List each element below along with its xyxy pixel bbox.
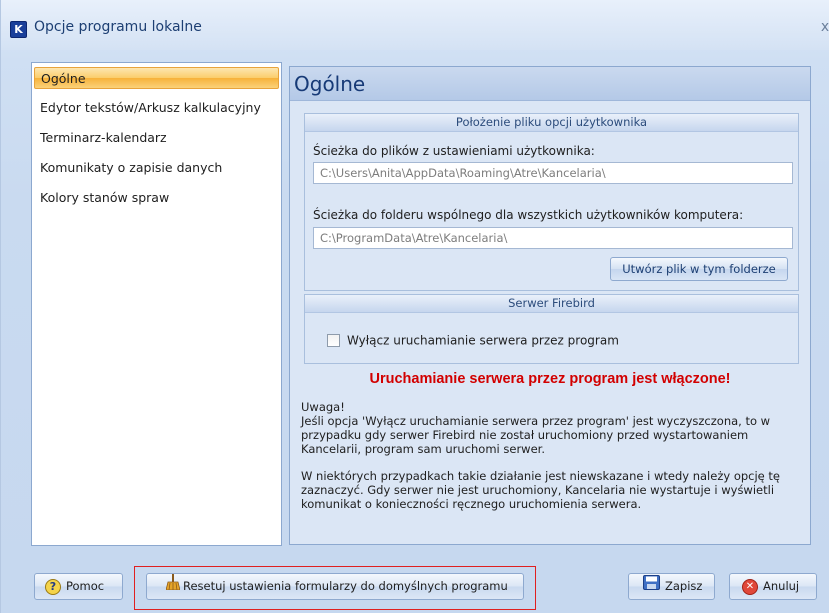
highlight-frame: [134, 566, 536, 610]
note-paragraph-1: Uwaga! Jeśli opcja 'Wyłącz uruchamianie …: [301, 400, 801, 456]
nav-item-status-colors[interactable]: Kolory stanów spraw: [34, 187, 279, 209]
cancel-icon: ✕: [742, 578, 758, 595]
note-line: Uwaga!: [301, 400, 345, 414]
cancel-button-label: Anuluj: [763, 579, 800, 593]
floppy-disk-icon: [643, 574, 660, 599]
note-paragraph-2: W niektórych przypadkach takie działanie…: [301, 469, 801, 511]
save-button[interactable]: Zapisz: [628, 573, 715, 600]
title-bar: K Opcje programu lokalne x: [1, 0, 829, 50]
shared-path-label: Ścieżka do folderu wspólnego dla wszystk…: [313, 208, 744, 222]
disable-server-checkbox-label[interactable]: Wyłącz uruchamianie serwera przez progra…: [347, 334, 619, 348]
note-line: Kancelarii, program sam uruchomi serwer.: [301, 442, 545, 456]
help-button-label: Pomoc: [66, 579, 105, 593]
nav-item-save-messages[interactable]: Komunikaty o zapisie danych: [34, 157, 279, 179]
save-button-label: Zapisz: [665, 579, 703, 593]
cancel-button[interactable]: ✕ Anuluj: [729, 573, 817, 600]
note-line: przypadku gdy serwer Firebird nie został…: [301, 428, 749, 442]
disable-server-option[interactable]: Wyłącz uruchamianie serwera przez progra…: [327, 333, 619, 348]
help-icon: ?: [45, 578, 61, 595]
content-panel: Ogólne Położenie pliku opcji użytkownika…: [289, 66, 811, 545]
group-header-user-file: Położenie pliku opcji użytkownika: [305, 114, 798, 132]
note-line: zaznaczyć. Gdy serwer nie jest uruchomio…: [301, 483, 775, 497]
user-file-location-group: Położenie pliku opcji użytkownika Ścieżk…: [304, 113, 799, 291]
note-line: komunikat o konieczności ręcznego urucho…: [301, 497, 642, 511]
close-button[interactable]: x: [818, 18, 829, 36]
shared-path-field[interactable]: C:\ProgramData\Atre\Kancelaria\: [313, 227, 793, 249]
firebird-server-group: Serwer Firebird Wyłącz uruchamianie serw…: [304, 294, 799, 364]
group-header-firebird: Serwer Firebird: [305, 295, 798, 313]
user-path-field[interactable]: C:\Users\Anita\AppData\Roaming\Atre\Kanc…: [313, 162, 793, 184]
nav-item-calendar[interactable]: Terminarz-kalendarz: [34, 127, 279, 149]
note-line: W niektórych przypadkach takie działanie…: [301, 469, 780, 483]
category-list: Ogólne Edytor tekstów/Arkusz kalkulacyjn…: [31, 62, 282, 546]
options-dialog: K Opcje programu lokalne x Ogólne Edytor…: [0, 0, 829, 613]
nav-item-text-editor[interactable]: Edytor tekstów/Arkusz kalkulacyjny: [34, 97, 279, 119]
window-title: Opcje programu lokalne: [34, 19, 202, 35]
create-file-button[interactable]: Utwórz plik w tym folderze: [610, 257, 788, 281]
server-status-warning: Uruchamianie serwera przez program jest …: [369, 371, 731, 387]
nav-item-general[interactable]: Ogólne: [34, 67, 279, 89]
note-line: Jeśli opcja 'Wyłącz uruchamianie serwera…: [301, 414, 771, 428]
user-path-label: Ścieżka do plików z ustawieniami użytkow…: [313, 144, 595, 158]
page-title: Ogólne: [290, 67, 810, 101]
app-logo-icon: K: [10, 21, 27, 38]
help-button[interactable]: ? Pomoc: [34, 573, 123, 600]
disable-server-checkbox[interactable]: [327, 334, 340, 347]
